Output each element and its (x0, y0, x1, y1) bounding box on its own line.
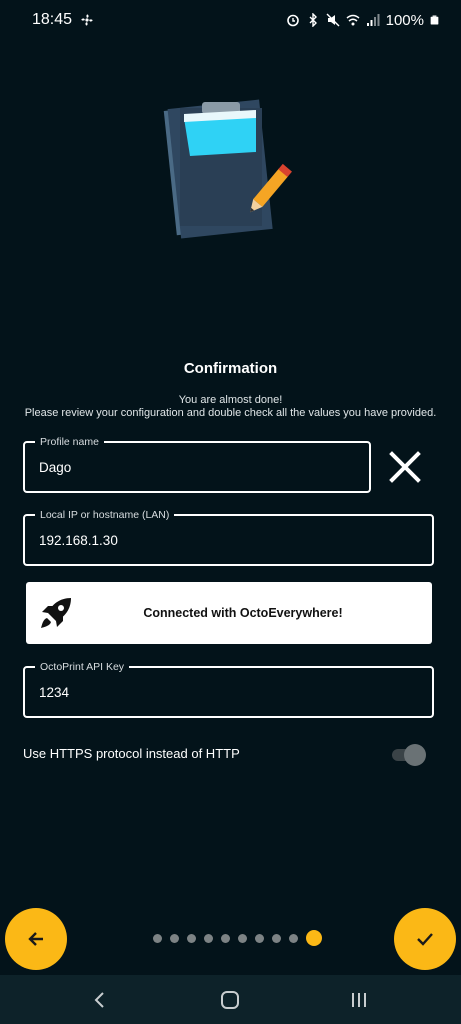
home-icon (221, 991, 239, 1009)
page-dot (221, 933, 230, 943)
system-recents-button[interactable] (344, 985, 374, 1015)
page-dot (255, 933, 264, 943)
status-bar: 18:45 100% (0, 0, 461, 40)
subtitle-line-2: Please review your configuration and dou… (24, 407, 437, 419)
profile-name-label: Profile name (35, 434, 104, 450)
https-toggle-label: Use HTTPS protocol instead of HTTP (23, 746, 240, 761)
status-time: 18:45 (32, 11, 73, 28)
page-dot (170, 933, 179, 943)
octoeverywhere-button[interactable]: Connected with OctoEverywhere! (26, 582, 432, 644)
clear-profile-button[interactable] (386, 448, 424, 486)
page-title: Confirmation (183, 360, 278, 377)
local-ip-value[interactable]: 192.168.1.30 (39, 533, 118, 548)
profile-name-value[interactable]: Dago (39, 460, 71, 475)
local-ip-field[interactable]: Local IP or hostname (LAN) 192.168.1.30 (23, 507, 434, 566)
alarm-icon (286, 14, 299, 27)
arrow-left-icon (28, 932, 43, 946)
bluetooth-icon (309, 13, 317, 27)
chevron-left-icon (94, 992, 104, 1008)
back-button[interactable] (5, 908, 67, 970)
fan-icon (81, 14, 93, 26)
check-icon (417, 933, 433, 946)
wifi-icon (346, 14, 360, 26)
clipboard-illustration (163, 99, 292, 239)
page-dot (289, 933, 298, 943)
mute-icon (326, 13, 340, 27)
close-icon (389, 451, 421, 483)
recents-icon (352, 993, 366, 1007)
page-dot (153, 933, 162, 943)
battery-level: 100% (385, 11, 424, 29)
page-dot (238, 933, 247, 943)
toggle-thumb (404, 744, 426, 766)
page-dot (187, 933, 196, 943)
system-nav-bar (0, 975, 461, 1024)
signal-icon (366, 14, 380, 26)
page-dot (204, 933, 213, 943)
battery-icon (430, 15, 439, 25)
confirm-button[interactable] (394, 908, 456, 970)
rocket-icon (41, 598, 71, 628)
octoeverywhere-label: Connected with OctoEverywhere! (143, 606, 343, 620)
system-home-button[interactable] (215, 985, 245, 1015)
page-subtitle: You are almost done! Please review your … (0, 394, 461, 420)
subtitle-line-1: You are almost done! (178, 394, 283, 406)
page-indicator (153, 930, 322, 946)
api-key-value[interactable]: 1234 (39, 685, 69, 700)
system-back-button[interactable] (85, 985, 115, 1015)
api-key-label: OctoPrint API Key (35, 659, 130, 675)
api-key-field[interactable]: OctoPrint API Key 1234 (23, 659, 434, 718)
local-ip-label: Local IP or hostname (LAN) (35, 507, 175, 523)
profile-name-field[interactable]: Profile name Dago (23, 434, 371, 493)
https-toggle[interactable] (392, 744, 426, 766)
page-dot-active (306, 930, 322, 946)
page-dot (272, 933, 281, 943)
